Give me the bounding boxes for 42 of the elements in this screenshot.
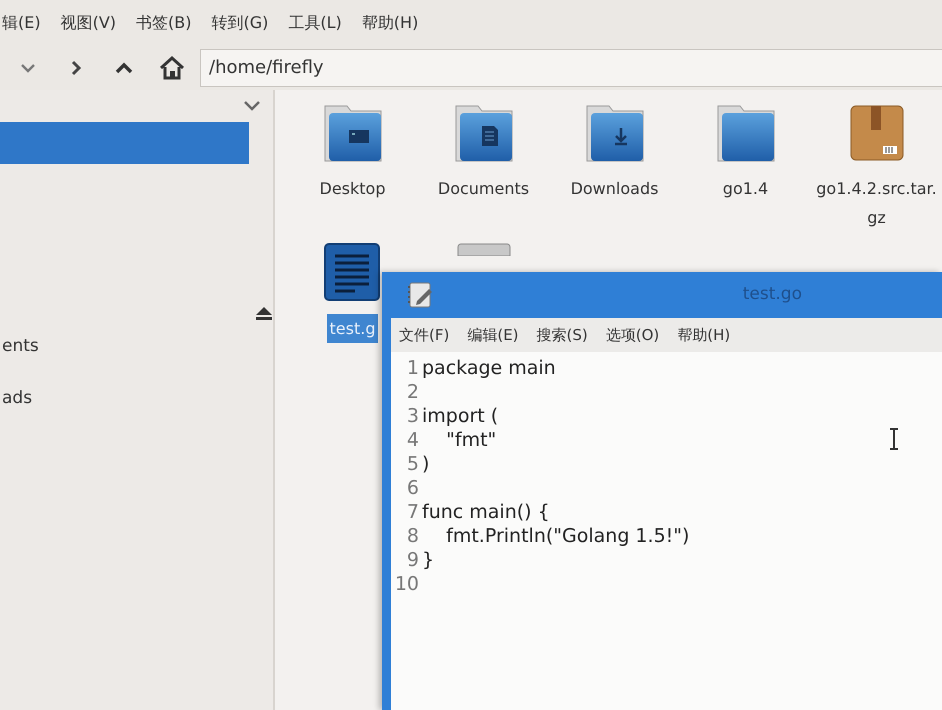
menu-item[interactable]: 帮助(H)	[362, 10, 418, 34]
line-number: 5	[406, 452, 419, 476]
code-line: func main() {	[421, 500, 550, 524]
home-icon[interactable]	[159, 54, 185, 80]
menu-item[interactable]: 工具(L)	[288, 10, 342, 34]
line-number: 7	[406, 500, 419, 524]
sidebar-item[interactable]: ents	[0, 334, 249, 376]
text-cursor-icon	[889, 428, 899, 450]
line-number: 9	[406, 548, 419, 572]
code-line: "fmt"	[445, 428, 496, 452]
line-number: 8	[406, 524, 419, 548]
line-number: 2	[406, 380, 419, 404]
sidebar-item[interactable]: ads	[0, 386, 249, 428]
menu-item[interactable]: 选项(O)	[606, 324, 660, 346]
menu-item[interactable]: 编辑(E)	[467, 324, 519, 346]
line-number: 10	[394, 572, 419, 596]
code-line: package main	[421, 356, 556, 380]
line-number: 6	[406, 476, 419, 500]
file-name[interactable]: Downloads	[568, 174, 662, 203]
menu-item[interactable]: 转到(G)	[212, 10, 268, 34]
notepad-icon	[405, 280, 435, 310]
line-number: 1	[406, 356, 419, 380]
code-line: fmt.Println("Golang 1.5!")	[445, 524, 690, 548]
menu-item[interactable]: 辑(E)	[2, 10, 41, 34]
menu-item[interactable]: 文件(F)	[399, 324, 450, 346]
file-name[interactable]: go1.4	[720, 174, 772, 203]
code-line: }	[421, 548, 434, 572]
menu-item[interactable]: 搜索(S)	[536, 324, 588, 346]
chevron-down-icon[interactable]	[243, 100, 261, 112]
path-field[interactable]: /home/firefly	[200, 48, 942, 86]
eject-icon[interactable]	[255, 306, 273, 320]
line-number: 3	[406, 404, 419, 428]
file-name[interactable]: go1.4.2.src.tar.gz	[812, 174, 940, 232]
file-name[interactable]: Desktop	[316, 174, 388, 203]
line-number: 4	[406, 428, 419, 452]
menu-item[interactable]: 书签(B)	[136, 10, 192, 34]
code-line: import (	[421, 404, 498, 428]
menu-item[interactable]: 帮助(H)	[677, 324, 730, 346]
file-name[interactable]: Documents	[434, 174, 532, 203]
menu-item[interactable]: 视图(V)	[60, 10, 116, 34]
code-line: )	[421, 452, 430, 476]
window-title: test.go	[742, 283, 802, 306]
